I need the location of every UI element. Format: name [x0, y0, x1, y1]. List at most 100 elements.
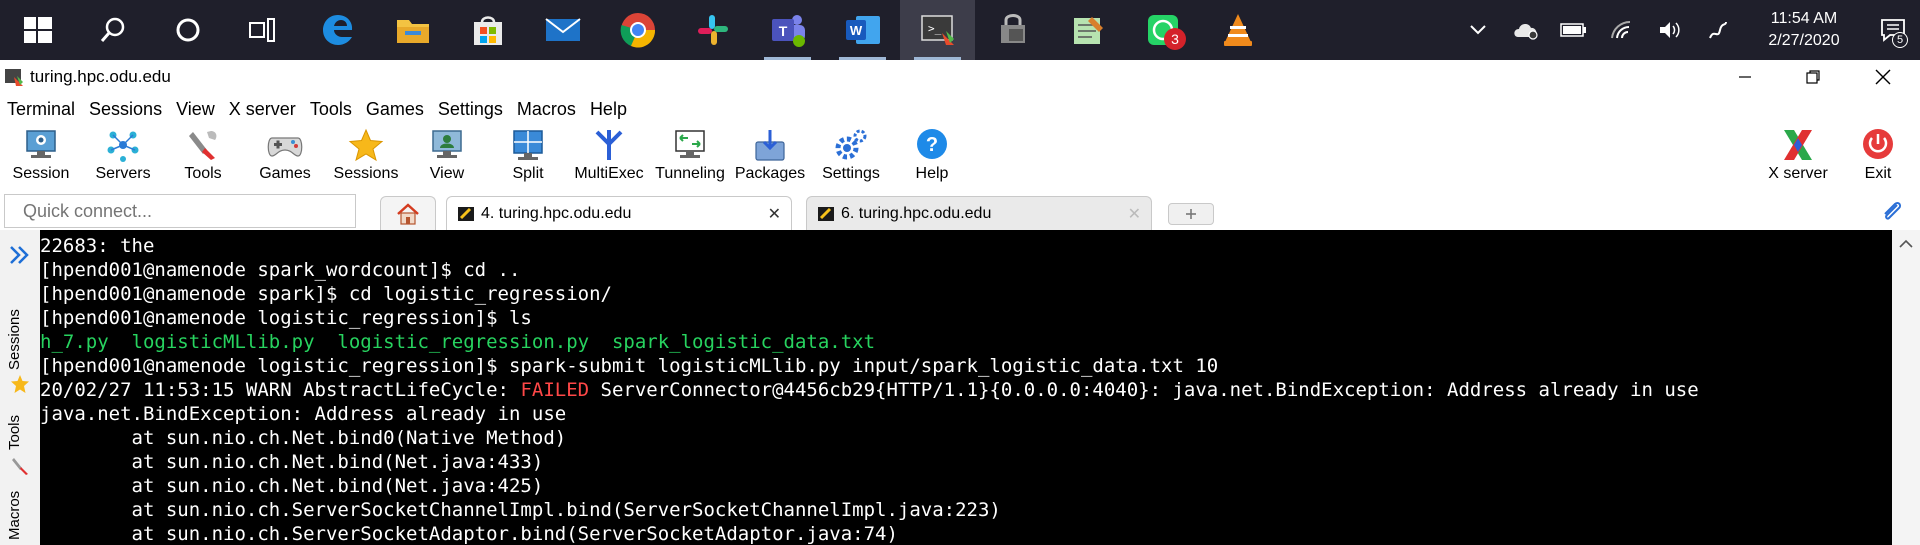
help-button[interactable]: ? Help	[892, 124, 972, 188]
view-icon	[432, 130, 462, 158]
cortana-icon[interactable]	[150, 0, 225, 60]
menu-x-server[interactable]: X server	[222, 99, 303, 120]
menu-sessions[interactable]: Sessions	[82, 99, 169, 120]
windows-start-icon[interactable]	[0, 0, 75, 60]
tunneling-icon	[675, 130, 705, 158]
search-icon[interactable]	[75, 0, 150, 60]
onedrive-cloud-icon[interactable]	[1502, 0, 1550, 60]
menu-help[interactable]: Help	[583, 99, 634, 120]
battery-icon[interactable]	[1550, 0, 1598, 60]
chrome-icon[interactable]	[600, 0, 675, 60]
edge-icon[interactable]	[300, 0, 375, 60]
new-tab-button[interactable]	[1168, 203, 1214, 225]
settings-button[interactable]: Settings	[811, 124, 891, 188]
menu-settings[interactable]: Settings	[431, 99, 510, 120]
games-button[interactable]: Games	[245, 124, 325, 188]
terminal-line: java.net.BindException: Address already …	[40, 403, 567, 425]
terminal-line: [hpend001@namenode logistic_regression]$…	[40, 355, 1219, 377]
tab-session-6-label: 6. turing.hpc.odu.edu	[841, 204, 992, 222]
servers-button[interactable]: Servers	[83, 124, 163, 188]
volume-icon[interactable]	[1646, 0, 1694, 60]
multiexec-label: MultiExec	[574, 165, 644, 182]
gamepad-icon	[267, 137, 303, 157]
view-button[interactable]: View	[407, 124, 487, 188]
home-tab[interactable]	[380, 196, 436, 230]
menu-terminal[interactable]: Terminal	[0, 99, 82, 120]
svg-text:>_: >_	[928, 22, 942, 35]
tab-session-4[interactable]: 4. turing.hpc.odu.edu ✕	[446, 196, 792, 230]
vlc-icon[interactable]	[1200, 0, 1275, 60]
quick-connect-input[interactable]	[4, 194, 356, 228]
chevron-up-icon[interactable]	[1454, 0, 1502, 60]
terminal-output[interactable]: 22683: the [hpend001@namenode spark_word…	[40, 230, 1892, 545]
tab-session-4-label: 4. turing.hpc.odu.edu	[481, 204, 632, 222]
restore-button[interactable]	[1778, 60, 1848, 94]
menu-games[interactable]: Games	[359, 99, 431, 120]
x-server-label: X server	[1768, 165, 1828, 182]
split-button[interactable]: Split	[488, 124, 568, 188]
packages-icon	[755, 130, 785, 161]
teams-icon[interactable]: T	[750, 0, 825, 60]
terminal-tab-icon	[818, 206, 834, 221]
menu-bar: Terminal Sessions View X server Tools Ga…	[0, 94, 1920, 124]
store-icon[interactable]	[450, 0, 525, 60]
menu-tools[interactable]: Tools	[303, 99, 359, 120]
close-window-button[interactable]	[1848, 60, 1918, 94]
packages-label: Packages	[734, 165, 806, 182]
menu-view[interactable]: View	[169, 99, 222, 120]
double-chevron-right-icon[interactable]	[8, 244, 30, 266]
system-clock[interactable]: 11:54 AM 2/27/2020	[1746, 8, 1862, 52]
window-title: turing.hpc.odu.edu	[30, 67, 171, 86]
main-toolbar: Session Servers Tools Games Sessions Vie…	[0, 124, 1920, 188]
file-explorer-icon[interactable]	[375, 0, 450, 60]
tunneling-button[interactable]: Tunneling	[650, 124, 730, 188]
sidebar-sessions-tab[interactable]: Sessions	[6, 309, 23, 370]
mail-icon[interactable]	[525, 0, 600, 60]
power-icon	[1863, 129, 1893, 159]
tab-session-6[interactable]: 6. turing.hpc.odu.edu ✕	[806, 196, 1152, 230]
clock-time: 11:54 AM	[1770, 10, 1838, 27]
servers-icon	[107, 131, 139, 162]
terminal-line: 22683: the	[40, 235, 155, 257]
packages-button[interactable]: Packages	[730, 124, 810, 188]
gear-icon	[835, 129, 867, 160]
multiexec-button[interactable]: MultiExec	[569, 124, 649, 188]
exit-label: Exit	[1864, 165, 1892, 182]
tab-close-icon[interactable]: ✕	[768, 204, 781, 224]
terminal-scrollbar[interactable]	[1892, 230, 1920, 545]
slack-icon[interactable]	[675, 0, 750, 60]
mobaxterm-icon[interactable]: >_	[900, 0, 975, 60]
wifi-icon[interactable]	[1598, 0, 1646, 60]
sidebar-macros-tab[interactable]: Macros	[6, 491, 23, 540]
session-button[interactable]: Session	[1, 124, 81, 188]
tab-close-icon[interactable]: ✕	[1128, 204, 1141, 224]
sessions-button[interactable]: Sessions	[326, 124, 406, 188]
menu-macros[interactable]: Macros	[510, 99, 583, 120]
word-icon[interactable]: W	[825, 0, 900, 60]
plus-icon	[1186, 209, 1196, 219]
windows-taskbar: T W >_ 3 11:54 AM 2/27/2020 5	[0, 0, 1920, 60]
exit-button[interactable]: Exit	[1838, 124, 1918, 188]
svg-text:W: W	[849, 23, 862, 38]
minimize-button[interactable]	[1710, 60, 1780, 94]
session-label: Session	[12, 165, 70, 182]
terminal-line: at sun.nio.ch.ServerSocketAdaptor.bind(S…	[40, 523, 898, 545]
svg-text:?: ?	[926, 134, 938, 156]
paperclip-icon[interactable]	[1880, 200, 1904, 224]
svg-text:T: T	[778, 23, 787, 39]
sidebar-tools-tab[interactable]: Tools	[6, 415, 23, 450]
tools-button[interactable]: Tools	[163, 124, 243, 188]
action-center-icon[interactable]: 5	[1866, 0, 1920, 60]
task-view-icon[interactable]	[225, 0, 300, 60]
terminal-line: at sun.nio.ch.ServerSocketChannelImpl.bi…	[40, 499, 1001, 521]
notepad-icon[interactable]	[1050, 0, 1125, 60]
chevron-up-icon[interactable]	[1892, 234, 1920, 254]
terminal-line: at sun.nio.ch.Net.bind(Net.java:425)	[40, 475, 544, 497]
terminal-line: [hpend001@namenode logistic_regression]$…	[40, 307, 532, 329]
pen-ink-icon[interactable]	[1694, 0, 1742, 60]
x-server-button[interactable]: X server	[1758, 124, 1838, 188]
tools-icon	[12, 458, 28, 475]
tunneling-label: Tunneling	[655, 165, 725, 182]
whatsapp-icon[interactable]: 3	[1125, 0, 1200, 60]
ssh-tool-icon[interactable]	[975, 0, 1050, 60]
